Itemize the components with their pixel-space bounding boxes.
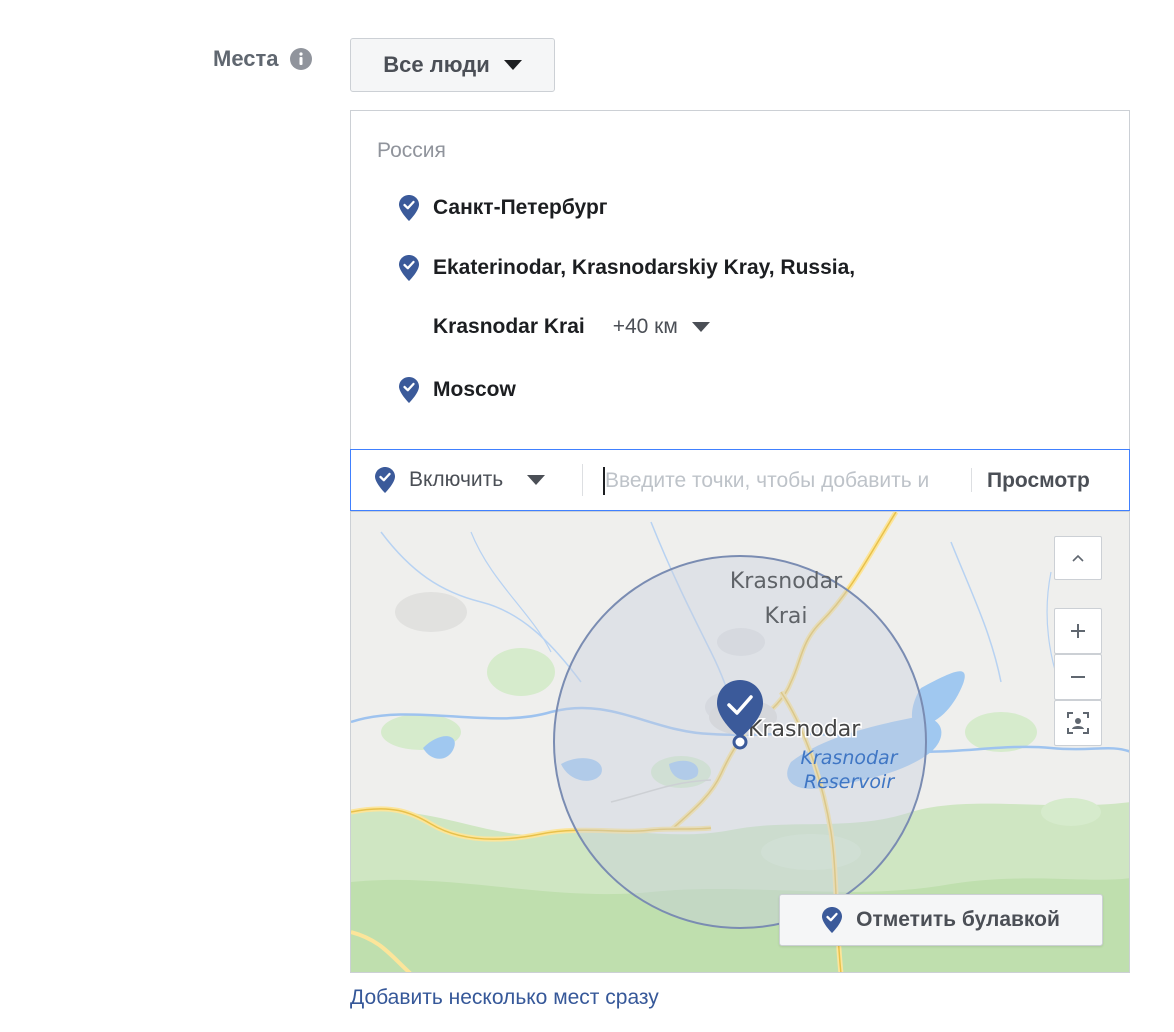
location-item[interactable]: Ekaterinodar, Krasnodarskiy Kray, Russia… [399,255,855,281]
radius-dropdown[interactable]: +40 км [613,315,678,339]
map-label-reservoir-line1: Krasnodar [801,747,899,769]
map-label-region-line1: Krasnodar [730,569,843,594]
location-search-bar: Включить Просмотр [350,449,1130,511]
location-item-label: Moscow [433,378,516,401]
audience-dropdown[interactable]: Все люди [350,38,555,92]
location-item-label: Санкт-Петербург [433,196,608,219]
info-icon[interactable] [289,47,313,71]
zoom-out-button[interactable] [1054,654,1102,700]
location-item-label: Ekaterinodar, Krasnodarskiy Kray, Russia… [433,256,856,279]
location-item-continuation: Krasnodar Krai +40 км [433,315,710,339]
recenter-icon [1067,712,1089,734]
country-heading: Россия [377,139,446,162]
divider [971,468,972,492]
include-label: Включить [409,468,504,491]
add-locations-in-bulk-link[interactable]: Добавить несколько мест сразу [350,986,659,1010]
map-label-city: Krasnodar [748,717,861,742]
caret-down-icon [527,475,546,485]
map-label-reservoir-line2: Reservoir [804,771,895,793]
selected-locations-box: Россия Санкт-Петербург Ekaterinodar, Kra… [350,110,1130,450]
chevron-up-icon [1072,554,1084,562]
map-label-region-line2: Krai [764,604,807,629]
audience-dropdown-label: Все люди [383,52,490,77]
location-item[interactable]: Санкт-Петербург [399,195,608,221]
location-pin-icon [399,255,419,281]
location-item-label-cont: Krasnodar Krai [433,315,585,338]
places-field-label-row: Места [213,46,313,72]
location-item[interactable]: Moscow [399,377,516,403]
include-exclude-dropdown[interactable]: Включить [375,450,546,510]
location-pin-icon [399,377,419,403]
zoom-in-button[interactable] [1054,608,1102,654]
location-pin-icon [375,467,395,493]
minus-icon [1071,676,1085,678]
collapse-map-button[interactable] [1054,536,1102,580]
places-label: Места [213,46,279,71]
divider [582,464,583,496]
caret-down-icon[interactable] [691,322,710,332]
browse-button[interactable]: Просмотр [987,450,1090,510]
drop-pin-label: Отметить булавкой [856,908,1060,931]
location-map[interactable]: Krasnodar Krai Krasnodar Krasnodar Reser… [350,511,1130,973]
location-pin-icon [399,195,419,221]
location-search-input[interactable] [605,460,967,502]
location-pin-icon [822,907,843,933]
caret-down-icon [503,60,522,70]
plus-icon [1071,624,1085,638]
recenter-button[interactable] [1054,700,1102,746]
drop-pin-button[interactable]: Отметить булавкой [779,894,1103,946]
